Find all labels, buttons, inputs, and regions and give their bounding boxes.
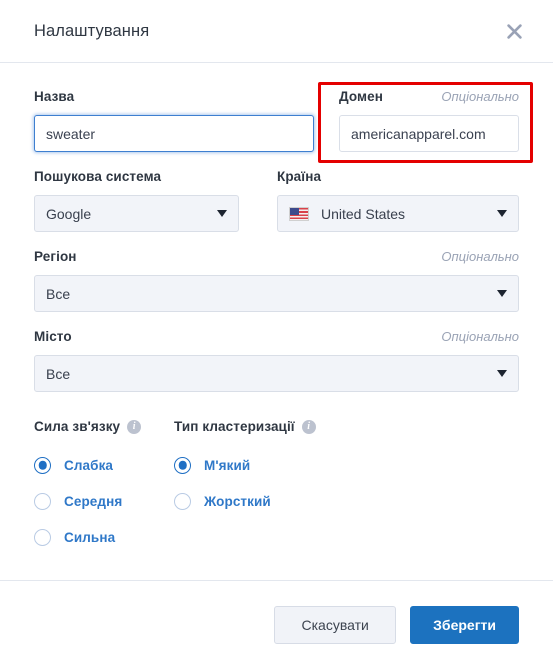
city-value: Все [46,365,71,382]
engine-country-row: Пошукова система Google Країна United St… [34,169,519,232]
radio-columns: Слабка Середня Сильна М'який Жорсткий [34,447,519,555]
cancel-button[interactable]: Скасувати [274,605,397,644]
name-label-row: Назва [34,89,314,106]
radio-selected-icon [34,456,51,474]
name-input[interactable] [34,115,314,152]
cluster-type-label: Тип кластеризації [174,419,295,434]
link-strength-label: Сила зв'язку [34,419,121,434]
radio-cluster-soft[interactable]: М'який [174,447,271,483]
domain-field: Домен Опціонально [339,89,519,152]
row-gap [239,169,277,232]
radio-label: Жорсткий [204,493,271,509]
save-button[interactable]: Зберегти [410,605,519,644]
link-strength-heading: Сила зв'язку i [34,419,174,434]
domain-input[interactable] [339,115,519,152]
country-value: United States [321,205,406,222]
country-label-row: Країна [277,169,519,186]
domain-optional-text: Опціонально [441,89,519,104]
cluster-type-heading: Тип кластеризації i [174,419,316,434]
search-engine-value: Google [46,205,92,222]
settings-dialog: Налаштування Назва Домен Опціонально [0,0,553,668]
search-engine-label: Пошукова система [34,169,162,184]
city-optional-text: Опціонально [441,329,519,344]
chevron-down-icon [497,210,507,217]
radio-unselected-icon [174,492,191,510]
close-icon [506,23,522,39]
name-field: Назва [34,89,314,152]
country-field: Країна United States [277,169,519,232]
radio-unselected-icon [34,492,51,510]
country-select[interactable]: United States [277,195,519,232]
region-value: Все [46,285,71,302]
name-domain-row: Назва Домен Опціонально [34,89,519,152]
country-label: Країна [277,169,322,184]
region-select[interactable]: Все [34,275,519,312]
radio-unselected-icon [34,528,51,546]
radio-selected-icon [174,456,191,474]
close-button[interactable] [499,16,529,46]
region-field: Регіон Опціонально Все [34,249,519,312]
city-label-row: Місто Опціонально [34,329,519,346]
region-label-row: Регіон Опціонально [34,249,519,266]
radio-link-strength-strong[interactable]: Сильна [34,519,174,555]
radio-label: М'який [204,457,251,473]
radio-label: Сильна [64,529,116,545]
radio-label: Середня [64,493,123,509]
dialog-title: Налаштування [34,21,150,40]
domain-label-row: Домен Опціонально [339,89,519,106]
city-select[interactable]: Все [34,355,519,392]
radio-section: Сила зв'язку i Тип кластеризації i Слабк… [34,419,519,555]
dialog-footer: Скасувати Зберегти [0,580,553,668]
radio-label: Слабка [64,457,114,473]
radio-link-strength-medium[interactable]: Середня [34,483,174,519]
region-label: Регіон [34,249,77,264]
search-engine-field: Пошукова система Google [34,169,239,232]
link-strength-group: Слабка Середня Сильна [34,447,174,555]
chevron-down-icon [497,290,507,297]
cluster-type-group: М'який Жорсткий [174,447,271,555]
search-engine-select[interactable]: Google [34,195,239,232]
dialog-body: Назва Домен Опціонально Пошукова система [0,63,553,580]
name-label: Назва [34,89,75,104]
radio-link-strength-weak[interactable]: Слабка [34,447,174,483]
link-strength-info-icon[interactable]: i [127,419,142,434]
radio-headings: Сила зв'язку i Тип кластеризації i [34,419,519,434]
cluster-type-info-icon[interactable]: i [301,419,316,434]
city-label: Місто [34,329,72,344]
us-flag-icon [289,206,309,221]
radio-cluster-hard[interactable]: Жорсткий [174,483,271,519]
domain-label: Домен [339,89,383,104]
chevron-down-icon [217,210,227,217]
dialog-header: Налаштування [0,0,553,63]
city-field: Місто Опціонально Все [34,329,519,392]
chevron-down-icon [497,370,507,377]
row-gap [314,89,339,152]
region-optional-text: Опціонально [441,249,519,264]
search-engine-label-row: Пошукова система [34,169,239,186]
